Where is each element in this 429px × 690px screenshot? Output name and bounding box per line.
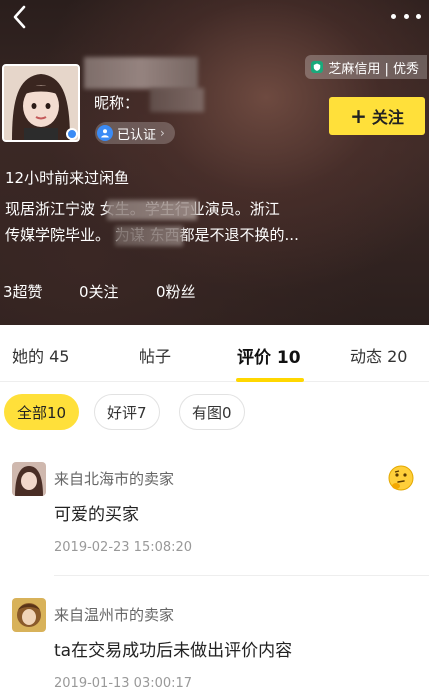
bio-text[interactable]: 现居浙江宁波 女生。学生行业演员。浙江 传媒学院毕业。 为谋 东西都是不退不换的… xyxy=(5,196,425,248)
reviewer-avatar[interactable] xyxy=(12,598,46,632)
nickname-label: 昵称： xyxy=(94,94,140,112)
blurred-nickname xyxy=(150,88,204,112)
blurred-bio-1 xyxy=(107,200,197,220)
follow-button[interactable]: + 关注 xyxy=(329,97,425,135)
tab-posts[interactable]: 帖子 xyxy=(139,343,171,367)
review-time: 2019-02-23 15:08:20 xyxy=(54,540,193,555)
review-content: ta在交易成功后未做出评价内容 xyxy=(54,641,293,661)
thinking-face-icon xyxy=(387,464,415,492)
stat-following[interactable]: 0关注 xyxy=(79,281,156,302)
credit-badge[interactable]: 芝麻信用 | 优秀 xyxy=(305,55,427,79)
divider xyxy=(54,575,429,576)
chevron-right-icon: › xyxy=(160,126,165,140)
reviewer-avatar[interactable] xyxy=(12,462,46,496)
blurred-bio-2 xyxy=(115,226,183,246)
review-time: 2019-01-13 03:00:17 xyxy=(54,676,193,690)
credit-label: 芝麻信用 | 优秀 xyxy=(328,61,419,77)
blurred-username xyxy=(84,57,198,89)
tab-items[interactable]: 她的 45 xyxy=(12,343,69,367)
profile-header: 昵称： 已认证 › 芝麻信用 | 优秀 + 关注 12小时前来过闲鱼 现居浙江宁… xyxy=(0,0,429,325)
review-source: 来自温州市的卖家 xyxy=(54,606,175,624)
back-arrow-icon[interactable] xyxy=(8,4,32,30)
verified-label: 已认证 xyxy=(117,127,157,143)
credit-shield-icon xyxy=(311,61,324,73)
follow-label: 关注 xyxy=(371,108,404,127)
review-source: 来自北海市的卖家 xyxy=(54,470,175,488)
plus-icon: + xyxy=(350,104,367,128)
stat-followers[interactable]: 0粉丝 xyxy=(156,281,196,302)
bio-line-1: 现居浙江宁波 女生。学生行业演员。浙江 xyxy=(5,200,280,218)
stat-likes[interactable]: 3超赞 xyxy=(3,281,79,302)
tab-reviews[interactable]: 评价 10 xyxy=(237,343,301,368)
filter-all[interactable]: 全部10 xyxy=(4,394,80,430)
verified-user-icon xyxy=(97,125,113,141)
last-seen-text: 12小时前来过闲鱼 xyxy=(5,169,130,187)
list-item[interactable]: 来自温州市的卖家 ta在交易成功后未做出评价内容 2019-01-13 03:0… xyxy=(0,598,429,690)
filter-positive[interactable]: 好评7 xyxy=(94,394,160,430)
filter-with-photos[interactable]: 有图0 xyxy=(179,394,245,430)
profile-tabs: 她的 45 帖子 评价 10 动态 20 xyxy=(0,325,429,382)
tab-activity[interactable]: 动态 20 xyxy=(350,343,407,367)
verified-badge[interactable]: 已认证 › xyxy=(95,122,175,144)
more-dots-icon[interactable] xyxy=(391,6,421,26)
review-filters: 全部10 好评7 有图0 xyxy=(0,382,429,442)
list-item[interactable]: 来自北海市的卖家 可爱的买家 2019-02-23 15:08:20 xyxy=(0,462,429,572)
bio-line-2: 传媒学院毕业。 为谋 东西都是不退不换的... xyxy=(5,226,299,244)
review-content: 可爱的买家 xyxy=(54,505,139,525)
stats-row: 3超赞 0关注 0粉丝 xyxy=(3,281,196,302)
verified-dot-icon xyxy=(66,128,78,140)
